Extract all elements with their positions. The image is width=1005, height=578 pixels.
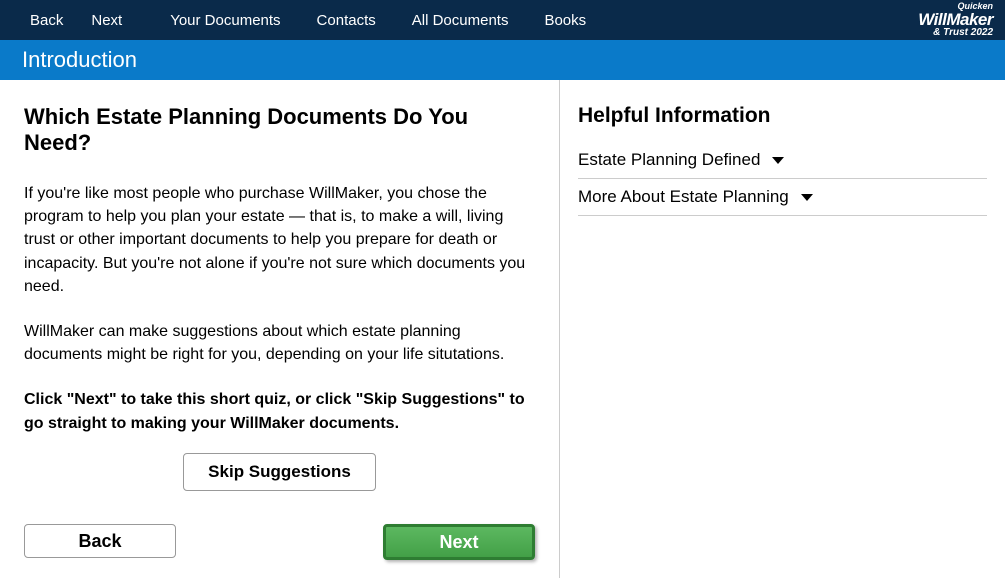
helpful-info-title: Helpful Information [578,104,987,128]
main-panel: Which Estate Planning Documents Do You N… [0,80,560,578]
chevron-down-icon [772,157,784,164]
accordion-item-label: More About Estate Planning [578,187,789,207]
nav-books[interactable]: Books [526,0,604,40]
section-title-bar: Introduction [0,40,1005,80]
nav-contacts[interactable]: Contacts [299,0,394,40]
intro-paragraph-1: If you're like most people who purchase … [24,182,535,298]
brand-main-text: WillMaker [918,11,993,28]
accordion-estate-planning-defined[interactable]: Estate Planning Defined [578,142,987,179]
nav-next[interactable]: Next [77,0,152,40]
accordion-more-about-estate-planning[interactable]: More About Estate Planning [578,179,987,216]
nav-your-documents[interactable]: Your Documents [152,0,298,40]
nav-all-documents[interactable]: All Documents [394,0,527,40]
brand-logo: Quicken WillMaker & Trust 2022 [918,2,993,38]
chevron-down-icon [801,194,813,201]
accordion-item-label: Estate Planning Defined [578,150,760,170]
skip-suggestions-button[interactable]: Skip Suggestions [183,453,376,491]
instruction-paragraph: Click "Next" to take this short quiz, or… [24,388,535,434]
skip-button-container: Skip Suggestions [24,453,535,491]
back-button[interactable]: Back [24,524,176,558]
bottom-nav: Back Next [24,524,535,560]
intro-paragraph-2: WillMaker can make suggestions about whi… [24,320,535,366]
nav-back[interactable]: Back [0,0,77,40]
side-panel: Helpful Information Estate Planning Defi… [560,80,1005,578]
content-area: Which Estate Planning Documents Do You N… [0,80,1005,578]
page-title: Which Estate Planning Documents Do You N… [24,104,535,156]
top-nav: Back Next Your Documents Contacts All Do… [0,0,1005,40]
next-button[interactable]: Next [383,524,535,560]
brand-sub-text: & Trust 2022 [918,28,993,38]
